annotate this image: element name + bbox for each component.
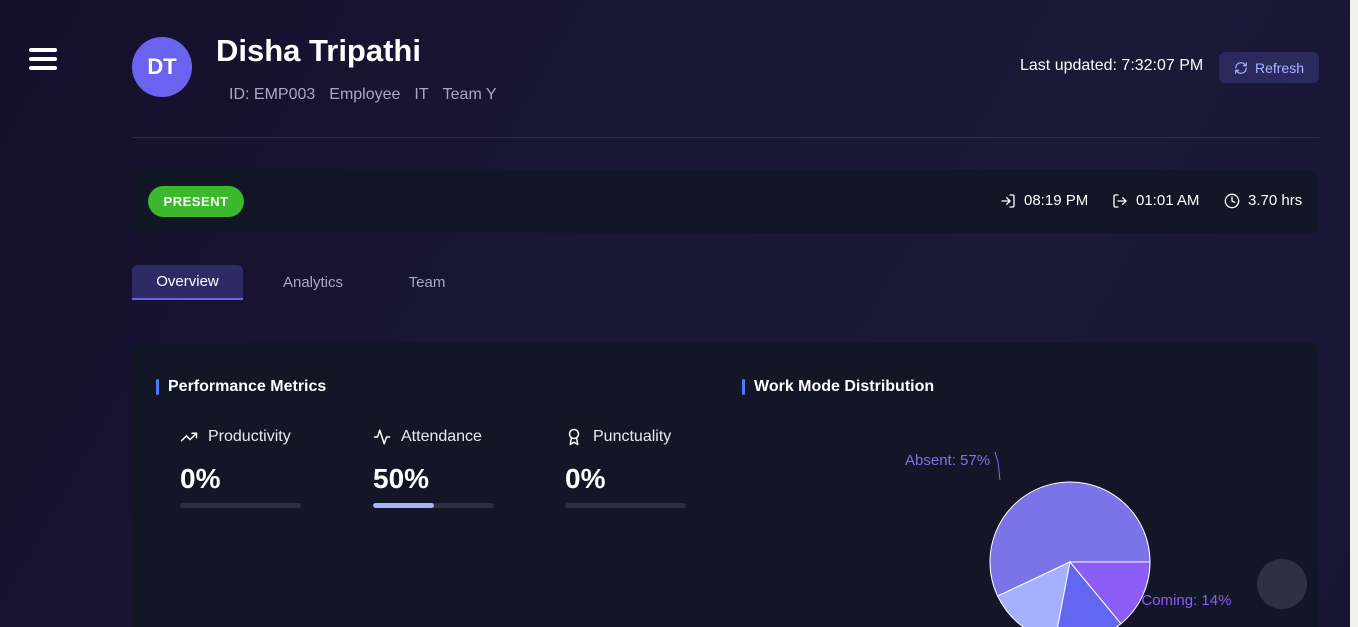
page-scrollbar[interactable] (1350, 0, 1358, 627)
title-accent-bar (156, 379, 159, 395)
refresh-button[interactable]: Refresh (1219, 52, 1319, 83)
work-mode-title: Work Mode Distribution (742, 378, 934, 396)
metric-value: 0% (565, 463, 606, 494)
attendance-status-bar: PRESENT 08:19 PM 01:01 AM 3.70 hrs (132, 170, 1318, 233)
hamburger-menu-icon[interactable] (29, 46, 57, 72)
metric-label: Attendance (401, 428, 482, 445)
employee-name: Disha Tripathi (216, 33, 421, 68)
progress-track (180, 503, 301, 508)
log-in-icon (1001, 193, 1015, 208)
tab-analytics[interactable]: Analytics (258, 265, 368, 300)
metric-label: Productivity (208, 428, 291, 445)
employee-id: ID: EMP003 (229, 86, 316, 103)
progress-fill (373, 503, 434, 508)
metric-productivity: Productivity 0% (180, 428, 302, 508)
title-accent-bar (742, 379, 745, 395)
header-divider (132, 137, 1319, 138)
metric-attendance: Attendance 50% (373, 428, 495, 508)
log-out-icon (1113, 193, 1127, 208)
duration-time: 3.70 hrs (1224, 192, 1302, 209)
absent-leader-line (994, 451, 1001, 481)
avatar: DT (132, 37, 192, 97)
trending-up-icon (180, 432, 198, 442)
progress-track (373, 503, 494, 508)
employee-meta: ID: EMP003 Employee IT Team Y (229, 86, 497, 104)
performance-metrics-title: Performance Metrics (156, 378, 326, 396)
tab-overview[interactable]: Overview (132, 265, 243, 300)
status-badge: PRESENT (148, 186, 244, 217)
employee-role: Employee (329, 86, 401, 103)
performance-metrics-label: Performance Metrics (168, 378, 327, 395)
tab-team[interactable]: Team (382, 265, 472, 300)
metric-punctuality: Punctuality 0% (565, 428, 687, 508)
activity-icon (373, 429, 391, 445)
check-out-time: 01:01 AM (1112, 192, 1199, 209)
metric-value: 0% (180, 463, 221, 494)
duration-value: 3.70 hrs (1248, 192, 1303, 209)
work-mode-label: Work Mode Distribution (754, 378, 935, 395)
progress-track (565, 503, 686, 508)
employee-team: Team Y (442, 86, 497, 103)
clock-icon (1224, 193, 1240, 208)
check-in-value: 08:19 PM (1024, 192, 1089, 209)
pie-label-absent: Absent: 57% (905, 452, 990, 469)
refresh-icon (1235, 61, 1247, 74)
refresh-label: Refresh (1254, 59, 1305, 76)
overview-card: Performance Metrics Productivity 0% Atte… (132, 342, 1318, 627)
check-out-value: 01:01 AM (1136, 192, 1200, 209)
metric-label: Punctuality (593, 428, 672, 445)
last-updated-text: Last updated: 7:32:07 PM (1020, 57, 1204, 74)
award-icon (568, 428, 580, 446)
employee-department: IT (414, 86, 429, 103)
metric-value: 50% (373, 463, 430, 494)
work-mode-pie-chart: Absent: 57% Late Coming: 14% (905, 451, 1231, 627)
check-in-time: 08:19 PM (1000, 192, 1088, 209)
floating-action-button[interactable] (1257, 559, 1307, 609)
pie-label-late: Late Coming: 14% (1108, 592, 1231, 609)
